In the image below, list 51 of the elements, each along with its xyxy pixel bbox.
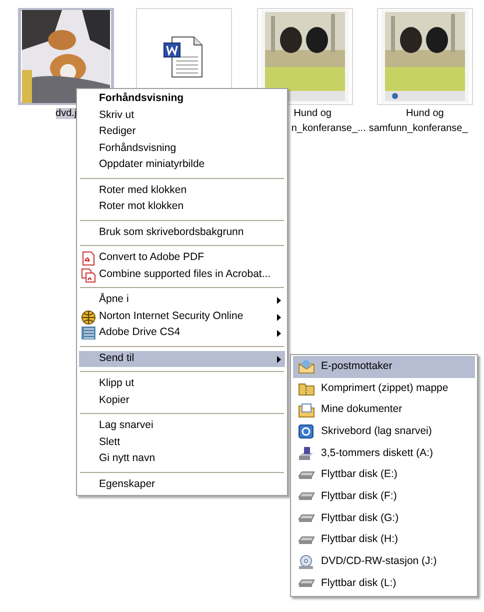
menu-item[interactable]: Egenskaper	[79, 476, 285, 493]
menu-item[interactable]: Kopier	[79, 392, 285, 409]
menu-item[interactable]: Combine supported files in Acrobat...	[79, 266, 285, 283]
menu-item[interactable]: DVD/CD-RW-stasjon (J:)	[293, 551, 475, 573]
menu-item[interactable]: 3,5-tommers diskett (A:)	[293, 442, 475, 464]
menu-item[interactable]: Forhåndsvisning	[79, 140, 285, 157]
menu-item[interactable]: Convert to Adobe PDF	[79, 250, 285, 266]
menu-item[interactable]: Send til	[79, 350, 285, 367]
drive-icon	[298, 470, 314, 480]
menu-item[interactable]: Skriv ut	[79, 108, 285, 124]
file-name: Hund og	[294, 108, 332, 119]
file-name: samfunn_konferanse_	[368, 123, 468, 134]
menu-item[interactable]: Oppdater miniatyrbilde	[79, 157, 285, 174]
menu-item[interactable]: Norton Internet Security Online	[79, 308, 285, 325]
menu-item[interactable]: Lag snarvei	[79, 418, 285, 434]
menu-item[interactable]: E-postmottaker	[293, 356, 475, 378]
menu-item[interactable]: Rediger	[79, 124, 285, 140]
drive-icon	[298, 492, 314, 502]
drive-icon	[298, 579, 314, 588]
drive-icon	[298, 536, 314, 545]
menu-item[interactable]: Roter med klokken	[79, 182, 285, 199]
file-name: n_konferanse_...	[291, 123, 366, 134]
cd-drive-icon	[298, 554, 314, 570]
menu-item[interactable]: Roter mot klokken	[79, 199, 285, 216]
list-icon	[81, 326, 96, 340]
menu-item[interactable]: Klipp ut	[79, 376, 285, 392]
menu-item[interactable]: Slett	[79, 434, 285, 451]
menu-item[interactable]: Gi nytt navn	[79, 451, 285, 468]
menu-item[interactable]: Komprimert (zippet) mappe	[293, 378, 475, 400]
menu-item[interactable]: Forhåndsvisning	[79, 91, 285, 108]
drive-icon	[298, 514, 314, 524]
menu-item[interactable]: Adobe Drive CS4	[79, 325, 285, 342]
menu-item[interactable]: Flyttbar disk (L:)	[293, 572, 475, 595]
folder-icon	[298, 402, 314, 418]
zip-folder-icon	[298, 381, 314, 396]
floppy-drive-icon	[298, 446, 314, 462]
menu-item[interactable]: Mine dokumenter	[293, 399, 475, 422]
pdf-icon	[81, 251, 95, 266]
menu-item[interactable]: Bruk som skrivebordsbakgrunn	[79, 224, 285, 241]
menu-item[interactable]: Skrivebord (lag snarvei)	[293, 421, 475, 443]
menu-item[interactable]: Flyttbar disk (F:)	[293, 486, 475, 508]
pdf-stack-icon	[81, 268, 96, 282]
menu-item[interactable]: Åpne i	[79, 292, 285, 308]
file-name: Hund og	[406, 108, 444, 119]
desktop-icon	[298, 424, 314, 440]
envelope-icon	[298, 359, 314, 374]
menu-item[interactable]: Flyttbar disk (H:)	[293, 530, 475, 552]
globe-icon	[81, 310, 96, 324]
menu-item[interactable]: Flyttbar disk (G:)	[293, 508, 475, 530]
file-name: dvd.j	[56, 108, 77, 119]
menu-item[interactable]: Flyttbar disk (E:)	[293, 464, 475, 486]
